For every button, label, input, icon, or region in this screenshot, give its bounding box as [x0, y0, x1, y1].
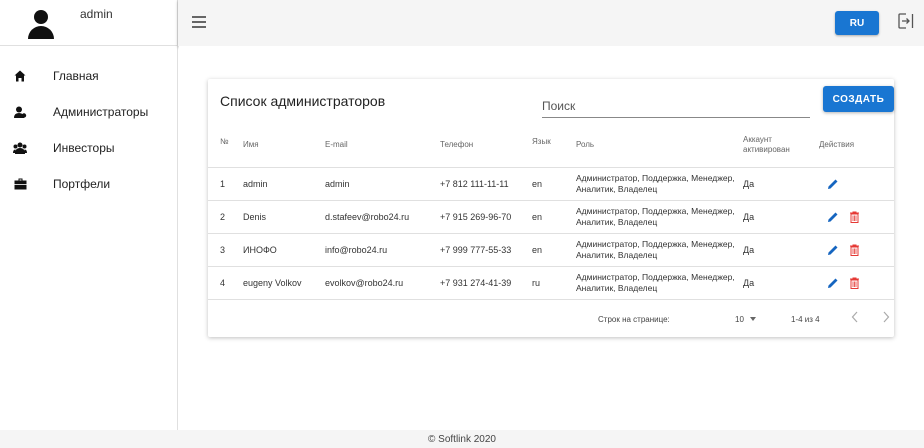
sidebar-item-portfolios[interactable]: Портфели — [0, 166, 178, 202]
delete-icon[interactable] — [849, 244, 861, 256]
cell-active: Да — [743, 167, 819, 201]
cell-lang: en — [532, 167, 576, 201]
table-row: 2 Denis d.stafeev@robo24.ru +7 915 269-96-7… — [208, 200, 894, 234]
header-email[interactable]: E-mail — [325, 123, 440, 168]
dropdown-arrow-icon — [749, 317, 756, 321]
pagination: Строк на странице: 10 1-4 из 4 — [208, 303, 894, 337]
cell-phone: +7 999 777-55-33 — [440, 233, 532, 267]
create-button[interactable]: СОЗДАТЬ — [823, 86, 894, 112]
table-row: 3 ИНОФО info@robo24.ru +7 999 777-55-33 en Ад… — [208, 233, 894, 267]
cell-email: d.stafeev@robo24.ru — [325, 200, 440, 234]
header-actions: Действия — [819, 123, 894, 168]
edit-icon[interactable] — [827, 244, 839, 256]
prev-page-icon[interactable] — [851, 311, 863, 327]
cell-role: Администратор, Поддержка, Менеджер, Анал… — [576, 233, 743, 267]
cell-name: admin — [243, 167, 325, 201]
home-icon — [13, 69, 27, 83]
menu-icon[interactable] — [192, 16, 206, 28]
briefcase-icon — [13, 177, 27, 191]
cell-num: 3 — [208, 233, 243, 267]
cell-num: 4 — [208, 266, 243, 300]
language-button[interactable]: RU — [835, 11, 879, 35]
cell-email: admin — [325, 167, 440, 201]
cell-phone: +7 915 269-96-70 — [440, 200, 532, 234]
cell-phone: +7 812 111-11-11 — [440, 167, 532, 201]
top-bar: RU — [178, 0, 924, 46]
cell-name: eugeny Volkov — [243, 266, 325, 300]
cell-actions — [819, 167, 894, 201]
cell-actions — [819, 266, 894, 300]
cell-active: Да — [743, 233, 819, 267]
cell-role: Администратор, Поддержка, Менеджер, Анал… — [576, 266, 743, 300]
header-phone[interactable]: Телефон — [440, 123, 532, 168]
cell-active: Да — [743, 200, 819, 234]
cell-role: Администратор, Поддержка, Менеджер, Анал… — [576, 167, 743, 201]
cell-actions — [819, 200, 894, 234]
cell-lang: en — [532, 200, 576, 234]
cell-email: info@robo24.ru — [325, 233, 440, 267]
search-input[interactable] — [542, 96, 810, 116]
sidebar-item-label: Главная — [53, 69, 99, 83]
cell-active: Да — [743, 266, 819, 300]
sidebar: admin Главная Администраторы Инвесторы П… — [0, 0, 178, 430]
header-num[interactable]: № — [208, 123, 243, 168]
next-page-icon[interactable] — [882, 311, 894, 327]
cell-num: 2 — [208, 200, 243, 234]
edit-icon[interactable] — [827, 211, 839, 223]
admins-card: Список администраторов СОЗДАТЬ № Имя E-m… — [208, 79, 894, 337]
page-title: Список администраторов — [220, 93, 386, 109]
rows-per-page-label: Строк на странице: — [598, 315, 670, 324]
delete-icon[interactable] — [849, 277, 861, 289]
sidebar-item-label: Инвесторы — [53, 141, 115, 155]
table-header-row: № Имя E-mail Телефон Язык Роль Аккаунт а… — [208, 123, 894, 168]
username: admin — [80, 7, 113, 21]
sidebar-item-admins[interactable]: Администраторы — [0, 94, 178, 130]
cell-name: ИНОФО — [243, 233, 325, 267]
edit-icon[interactable] — [827, 178, 839, 190]
cell-name: Denis — [243, 200, 325, 234]
main-content: Список администраторов СОЗДАТЬ № Имя E-m… — [179, 46, 924, 430]
cell-num: 1 — [208, 167, 243, 201]
delete-icon[interactable] — [849, 211, 861, 223]
header-role[interactable]: Роль — [576, 123, 743, 168]
cell-email: evolkov@robo24.ru — [325, 266, 440, 300]
table-row: 1 admin admin +7 812 111-11-11 en Администрат… — [208, 167, 894, 201]
admins-table: № Имя E-mail Телефон Язык Роль Аккаунт а… — [208, 123, 894, 300]
pagination-range: 1-4 из 4 — [791, 315, 820, 324]
table-row: 4 eugeny Volkov evolkov@robo24.ru +7 931 27… — [208, 266, 894, 300]
cell-lang: ru — [532, 266, 576, 300]
sidebar-item-label: Администраторы — [53, 105, 149, 119]
rows-per-page-select[interactable]: 10 — [735, 312, 765, 326]
header-name[interactable]: Имя — [243, 123, 325, 168]
investors-icon — [13, 141, 27, 155]
cell-actions — [819, 233, 894, 267]
sidebar-item-label: Портфели — [53, 177, 111, 191]
search-field[interactable] — [542, 96, 810, 118]
logout-icon[interactable] — [898, 13, 914, 31]
page-footer: © Softlink 2020 — [0, 430, 924, 448]
cell-lang: en — [532, 233, 576, 267]
cell-role: Администратор, Поддержка, Менеджер, Анал… — [576, 200, 743, 234]
header-lang[interactable]: Язык — [532, 123, 576, 168]
user-panel: admin — [0, 0, 178, 46]
admins-icon — [13, 105, 27, 119]
sidebar-item-investors[interactable]: Инвесторы — [0, 130, 178, 166]
header-active[interactable]: Аккаунт активирован — [743, 123, 819, 168]
rows-per-page-value: 10 — [735, 314, 744, 324]
cell-phone: +7 931 274-41-39 — [440, 266, 532, 300]
sidebar-nav: Главная Администраторы Инвесторы Портфел… — [0, 58, 178, 202]
avatar — [28, 10, 54, 40]
edit-icon[interactable] — [827, 277, 839, 289]
sidebar-item-home[interactable]: Главная — [0, 58, 178, 94]
